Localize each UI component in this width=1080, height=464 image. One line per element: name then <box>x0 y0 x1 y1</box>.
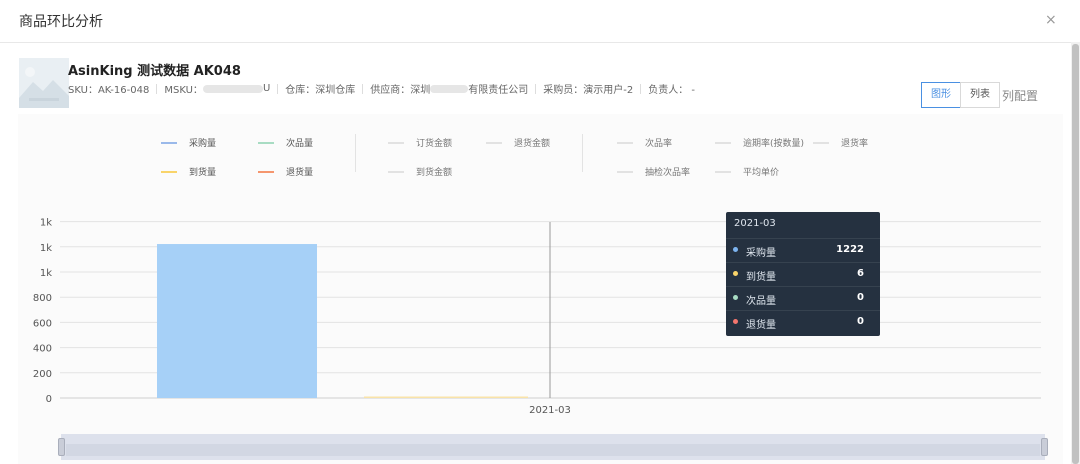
legend-item-return[interactable]: 退货量 <box>258 165 313 178</box>
legend-swatch <box>161 141 177 144</box>
product-thumbnail <box>19 58 69 108</box>
legend-swatch <box>258 170 274 173</box>
supplier-prefix: 供应商：深圳 <box>370 85 431 96</box>
legend-item-order-amount[interactable]: 订货金额 <box>388 136 452 149</box>
legend-label: 到货量 <box>189 168 217 178</box>
legend-label: 抽检次品率 <box>645 168 691 178</box>
series-dot <box>733 319 738 324</box>
image-placeholder-icon <box>19 58 69 108</box>
series-dot <box>733 247 738 252</box>
scrollbar-thumb[interactable] <box>1072 44 1079 464</box>
legend-swatch <box>161 170 177 173</box>
series-dot <box>733 295 738 300</box>
view-toggle: 图形 列表 <box>921 82 1000 108</box>
divider <box>535 83 537 94</box>
legend-item-arrival-amount[interactable]: 到货金额 <box>388 165 452 178</box>
legend-item-purchase[interactable]: 采购量 <box>161 136 216 149</box>
tooltip-label: 采购量 <box>746 248 776 259</box>
datazoom-right-handle[interactable] <box>1041 438 1048 456</box>
tooltip-value: 1222 <box>836 244 864 255</box>
tooltip-value: 6 <box>857 268 864 279</box>
legend-swatch <box>388 141 404 144</box>
tooltip-value: 0 <box>857 292 864 303</box>
tooltip-label: 到货量 <box>746 272 776 283</box>
legend-item-avg-price[interactable]: 平均单价 <box>715 165 779 178</box>
column-config-button[interactable]: 列配置 <box>1002 87 1038 104</box>
legend-label: 退货率 <box>841 139 869 149</box>
tooltip-row: 退货量 0 <box>726 310 880 335</box>
legend-item-overdue-rate[interactable]: 逾期率(按数量) <box>715 136 804 149</box>
legend-label: 次品量 <box>286 139 314 149</box>
list-view-button[interactable]: 列表 <box>960 82 1000 108</box>
legend-item-sampling-defect-rate[interactable]: 抽检次品率 <box>617 165 690 178</box>
graph-view-button[interactable]: 图形 <box>921 82 961 108</box>
product-meta: SKU：AK-16-048 MSKU： U 仓库：深圳仓库 供应商：深圳 有限责… <box>68 81 695 96</box>
legend-swatch <box>486 141 502 144</box>
legend-item-defective[interactable]: 次品量 <box>258 136 313 149</box>
legend-divider <box>355 134 356 172</box>
legend-swatch <box>813 141 829 144</box>
tooltip-row: 次品量 0 <box>726 286 880 311</box>
datazoom-slider[interactable] <box>58 434 1048 460</box>
supplier-suffix: 有限责任公司 <box>468 85 529 96</box>
product-name: AsinKing 测试数据 AK048 <box>68 64 241 79</box>
legend-swatch <box>715 141 731 144</box>
datazoom-preview <box>66 444 1040 456</box>
dialog-header: 商品环比分析 × <box>0 0 1080 43</box>
analysis-dialog: 商品环比分析 × AsinKing 测试数据 AK048 SKU：AK-16-0… <box>0 0 1080 464</box>
redacted-msku <box>202 84 263 93</box>
tooltip-row: 到货量 6 <box>726 262 880 287</box>
legend-label: 退货金额 <box>514 139 551 149</box>
owner-text: 负责人： - <box>648 85 696 96</box>
legend-label: 采购量 <box>189 139 217 149</box>
msku-tail: U <box>262 83 271 94</box>
tooltip-label: 退货量 <box>746 320 776 331</box>
datazoom-left-handle[interactable] <box>58 438 65 456</box>
divider <box>277 83 279 94</box>
legend-label: 平均单价 <box>743 168 780 178</box>
warehouse-text: 仓库：深圳仓库 <box>285 85 356 96</box>
sku-text: SKU：AK-16-048 <box>68 85 150 96</box>
redacted-supplier <box>430 84 469 93</box>
legend-swatch <box>388 170 404 173</box>
tooltip-row: 采购量 1222 <box>726 238 880 263</box>
legend-swatch <box>617 170 633 173</box>
legend-item-return-amount[interactable]: 退货金额 <box>486 136 550 149</box>
legend-item-arrival[interactable]: 到货量 <box>161 165 216 178</box>
legend-label: 到货金额 <box>416 168 453 178</box>
divider <box>362 83 364 94</box>
close-icon[interactable]: × <box>1045 12 1057 28</box>
legend-swatch <box>715 170 731 173</box>
msku-label: MSKU： <box>164 85 203 96</box>
series-dot <box>733 271 738 276</box>
legend-divider <box>582 134 583 172</box>
divider <box>156 83 158 94</box>
vertical-scrollbar[interactable] <box>1071 42 1080 464</box>
chart-area: 采购量 次品量 到货量 退货量 订货金额 退货金额 到货金额 次品率 逾期率(按… <box>18 114 1063 464</box>
chart-tooltip: 2021-03 采购量 1222 到货量 6 次品量 0 退货量 0 <box>726 212 880 336</box>
legend-swatch <box>617 141 633 144</box>
buyer-text: 采购员：演示用户-2 <box>543 85 634 96</box>
tooltip-date: 2021-03 <box>734 218 776 229</box>
legend-swatch <box>258 141 274 144</box>
legend-label: 退货量 <box>286 168 314 178</box>
legend-label: 逾期率(按数量) <box>743 139 805 149</box>
legend-item-defect-rate[interactable]: 次品率 <box>617 136 672 149</box>
divider <box>640 83 642 94</box>
tooltip-value: 0 <box>857 316 864 327</box>
dialog-title: 商品环比分析 <box>19 14 103 30</box>
legend-label: 订货金额 <box>416 139 453 149</box>
tooltip-label: 次品量 <box>746 296 776 307</box>
legend-label: 次品率 <box>645 139 673 149</box>
legend-item-return-rate[interactable]: 退货率 <box>813 136 868 149</box>
